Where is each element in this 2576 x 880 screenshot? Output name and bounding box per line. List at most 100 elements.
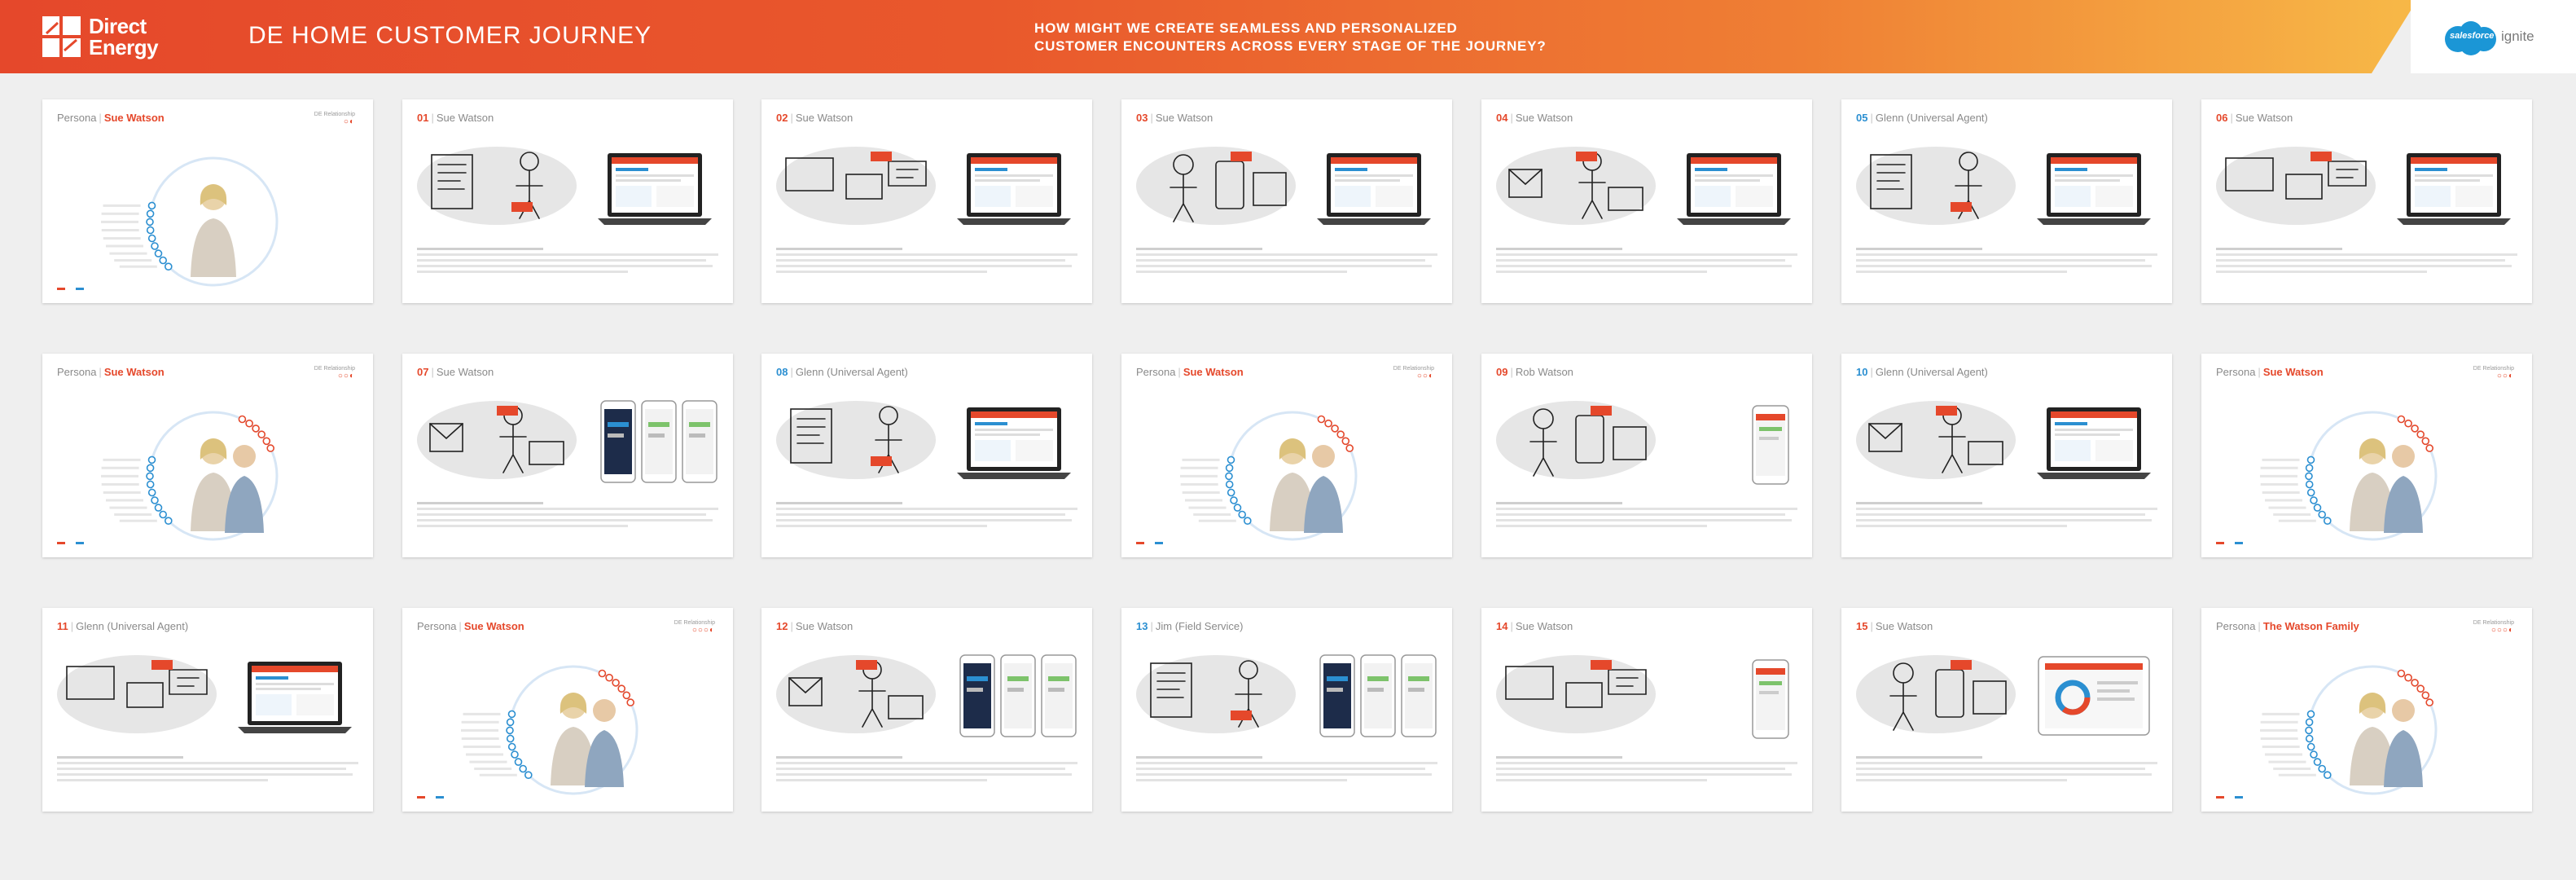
persona-name: Sue Watson — [463, 620, 524, 632]
ring-legend — [417, 795, 446, 800]
relationship-label: DE Relationship — [1393, 366, 1434, 372]
tablet-screen-mockup — [2038, 656, 2150, 736]
relationship-label: DE Relationship — [2473, 366, 2514, 372]
sketch-illustration — [776, 655, 936, 733]
relationship-indicator: DE Relationship ○○◐ — [2473, 366, 2514, 381]
step-description — [1856, 248, 2157, 276]
phone-screen-mockup — [1752, 405, 1789, 485]
card-title: 14 | Sue Watson — [1496, 620, 1573, 632]
step-actor: Sue Watson — [436, 366, 494, 378]
logo-line-2: Energy — [89, 35, 159, 59]
laptop-screen-mockup — [957, 153, 1071, 225]
laptop-screen-mockup — [1677, 153, 1791, 225]
persona-card[interactable]: Persona | Sue Watson DE Relationship ○○◐ — [42, 354, 373, 557]
ring-legend — [1136, 541, 1165, 546]
persona-card[interactable]: Persona | Sue Watson DE Relationship ○○○◐ — [402, 608, 733, 812]
journey-step-card[interactable]: 01 | Sue Watson — [402, 99, 733, 303]
ring-legend — [57, 287, 86, 292]
step-description — [1856, 756, 2157, 785]
persona-card[interactable]: Persona | The Watson Family DE Relationship… — [2201, 608, 2532, 812]
journey-step-card[interactable]: 15 | Sue Watson — [1841, 608, 2172, 812]
relationship-dots: ○○◐ — [1416, 372, 1434, 381]
direct-energy-mark-icon — [42, 16, 81, 57]
card-title: 11 | Glenn (Universal Agent) — [57, 620, 189, 632]
journey-step-card[interactable]: 06 | Sue Watson — [2201, 99, 2532, 303]
persona-card[interactable]: Persona | Sue Watson DE Relationship ○◐ — [42, 99, 373, 303]
journey-step-card[interactable]: 10 | Glenn (Universal Agent) — [1841, 354, 2172, 557]
step-description — [1136, 756, 1437, 785]
step-number: 13 — [1136, 620, 1148, 632]
step-number: 03 — [1136, 112, 1148, 124]
step-actor: Sue Watson — [795, 620, 854, 632]
step-number: 01 — [417, 112, 429, 124]
step-number: 10 — [1856, 366, 1868, 378]
persona-name: The Watson Family — [2262, 620, 2359, 632]
persona-name: Sue Watson — [103, 112, 165, 124]
laptop-screen-mockup — [238, 662, 352, 733]
persona-relationship-ring — [1180, 411, 1358, 541]
laptop-screen-mockup — [598, 153, 712, 225]
card-title: 04 | Sue Watson — [1496, 112, 1573, 124]
salesforce-wordmark: salesforce — [2450, 31, 2495, 41]
persona-relationship-ring — [461, 665, 639, 795]
ring-legend — [57, 541, 86, 546]
journey-step-card[interactable]: 08 | Glenn (Universal Agent) — [761, 354, 1092, 557]
card-title: 02 | Sue Watson — [776, 112, 854, 124]
direct-energy-logo[interactable]: Direct Energy — [42, 14, 159, 59]
card-title: 12 | Sue Watson — [776, 620, 854, 632]
phone-screens-mockup — [1319, 654, 1437, 737]
step-actor: Sue Watson — [2235, 112, 2293, 124]
relationship-indicator: DE Relationship ○○◐ — [1393, 366, 1434, 381]
journey-step-card[interactable]: 04 | Sue Watson — [1481, 99, 1812, 303]
phone-screens-mockup — [600, 400, 718, 483]
step-actor: Sue Watson — [1875, 620, 1933, 632]
laptop-screen-mockup — [2397, 153, 2511, 225]
relationship-label: DE Relationship — [314, 366, 355, 372]
card-title: 01 | Sue Watson — [417, 112, 494, 124]
logo-line-1: Direct — [89, 14, 147, 38]
step-number: 07 — [417, 366, 429, 378]
step-number: 02 — [776, 112, 788, 124]
journey-step-card[interactable]: 13 | Jim (Field Service) — [1121, 608, 1452, 812]
step-actor: Glenn (Universal Agent) — [76, 620, 189, 632]
card-title: 07 | Sue Watson — [417, 366, 494, 378]
journey-step-card[interactable]: 09 | Rob Watson — [1481, 354, 1812, 557]
journey-step-card[interactable]: 14 | Sue Watson — [1481, 608, 1812, 812]
step-description — [57, 756, 358, 785]
relationship-indicator: DE Relationship ○○○◐ — [674, 620, 715, 635]
step-number: 06 — [2216, 112, 2228, 124]
persona-label: Persona — [1136, 366, 1176, 378]
journey-step-card[interactable]: 05 | Glenn (Universal Agent) — [1841, 99, 2172, 303]
relationship-indicator: DE Relationship ○○○◐ — [2473, 620, 2514, 635]
step-description — [1856, 502, 2157, 530]
sketch-illustration — [776, 401, 936, 479]
ignite-wordmark: ignite — [2501, 29, 2534, 44]
card-title: 08 | Glenn (Universal Agent) — [776, 366, 908, 378]
step-description — [776, 502, 1077, 530]
step-number: 14 — [1496, 620, 1508, 632]
phone-screens-mockup — [959, 654, 1077, 737]
journey-step-card[interactable]: 03 | Sue Watson — [1121, 99, 1452, 303]
step-description — [2216, 248, 2517, 276]
card-title: Persona | The Watson Family — [2216, 620, 2359, 632]
step-actor: Glenn (Universal Agent) — [1875, 112, 1988, 124]
laptop-screen-mockup — [1317, 153, 1431, 225]
step-actor: Sue Watson — [1515, 112, 1573, 124]
relationship-dots: ○○○◐ — [691, 626, 715, 635]
sketch-illustration — [417, 147, 577, 225]
step-number: 09 — [1496, 366, 1508, 378]
step-number: 15 — [1856, 620, 1868, 632]
persona-card[interactable]: Persona | Sue Watson DE Relationship ○○◐ — [1121, 354, 1452, 557]
relationship-label: DE Relationship — [2473, 620, 2514, 626]
journey-step-card[interactable]: 11 | Glenn (Universal Agent) — [42, 608, 373, 812]
persona-card[interactable]: Persona | Sue Watson DE Relationship ○○◐ — [2201, 354, 2532, 557]
card-title: Persona | Sue Watson — [57, 366, 165, 378]
persona-label: Persona — [57, 112, 97, 124]
step-number: 05 — [1856, 112, 1868, 124]
journey-step-card[interactable]: 02 | Sue Watson — [761, 99, 1092, 303]
question-line-1: HOW MIGHT WE CREATE SEAMLESS AND PERSONA… — [1034, 20, 1458, 36]
step-actor: Rob Watson — [1515, 366, 1573, 378]
persona-name: Sue Watson — [103, 366, 165, 378]
journey-step-card[interactable]: 12 | Sue Watson — [761, 608, 1092, 812]
journey-step-card[interactable]: 07 | Sue Watson — [402, 354, 733, 557]
